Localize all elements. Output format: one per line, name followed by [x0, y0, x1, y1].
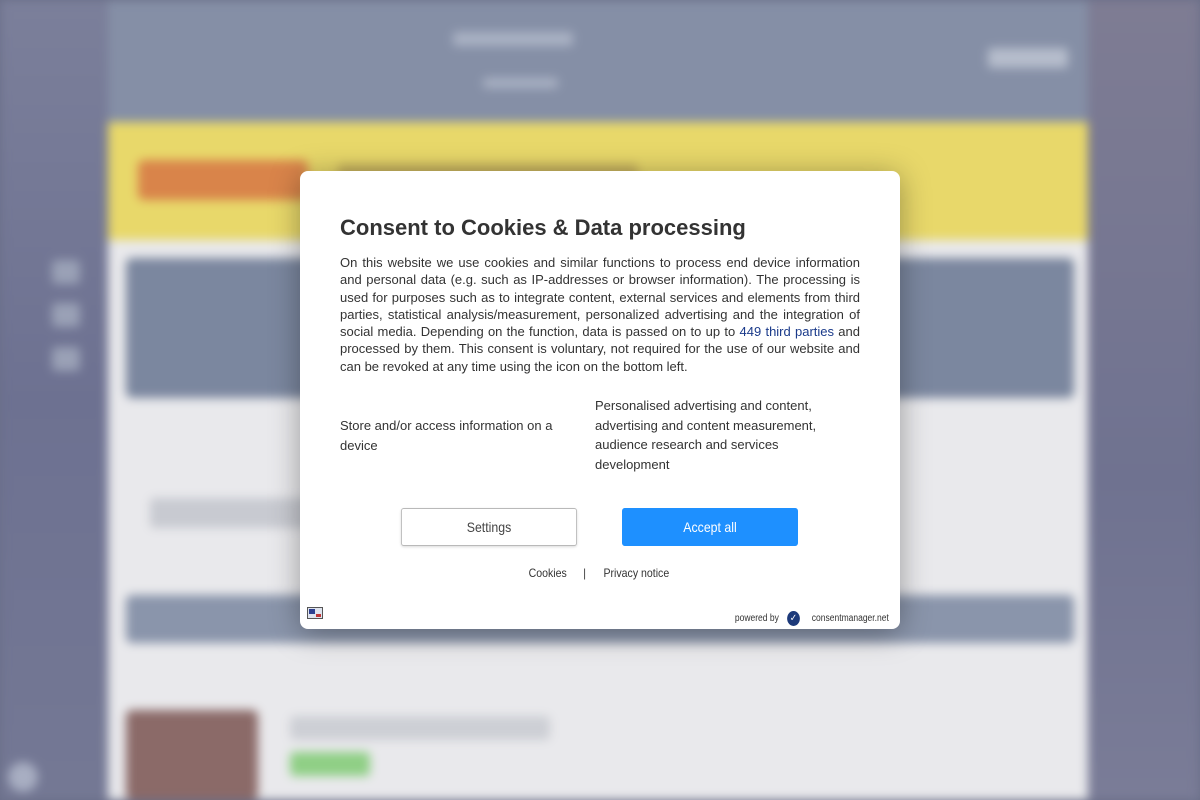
privacy-notice-link[interactable]: Privacy notice	[604, 566, 670, 580]
background-right-margin	[1088, 0, 1200, 800]
link-separator: |	[582, 566, 586, 580]
background-consent-fab	[8, 762, 38, 792]
cookies-link[interactable]: Cookies	[529, 566, 567, 580]
background-heading	[290, 716, 550, 740]
background-logo	[138, 160, 308, 200]
consent-dialog: Consent to Cookies & Data processing On …	[300, 171, 900, 629]
background-nav	[453, 32, 573, 46]
provider-name: consentmanager.net	[812, 613, 890, 624]
background-brand	[988, 48, 1068, 68]
purpose-storage: Store and/or access information on a dev…	[340, 418, 553, 453]
background-social-icon	[52, 303, 80, 327]
settings-button[interactable]: Settings	[401, 508, 577, 546]
third-parties-link[interactable]: 449 third parties	[740, 324, 835, 339]
consent-title: Consent to Cookies & Data processing	[340, 215, 746, 240]
background-social-icon	[52, 347, 80, 371]
footer-links: Cookies | Privacy notice	[300, 566, 900, 580]
background-tag	[290, 752, 370, 776]
background-nav-secondary	[483, 78, 558, 88]
powered-by[interactable]: powered by ✓ consentmanager.net	[731, 611, 896, 626]
purpose-advertising: Personalised advertising and content, ad…	[595, 398, 817, 472]
accept-all-button[interactable]: Accept all	[622, 508, 798, 546]
background-thumbnail	[126, 710, 258, 800]
consent-description: On this website we use cookies and simil…	[340, 254, 860, 375]
background-social-icon	[52, 260, 80, 284]
language-flag-icon[interactable]	[307, 607, 323, 619]
background-header	[108, 0, 1088, 122]
powered-by-label: powered by	[734, 613, 779, 624]
background-left-margin	[0, 0, 108, 800]
checkmark-icon: ✓	[787, 611, 801, 626]
